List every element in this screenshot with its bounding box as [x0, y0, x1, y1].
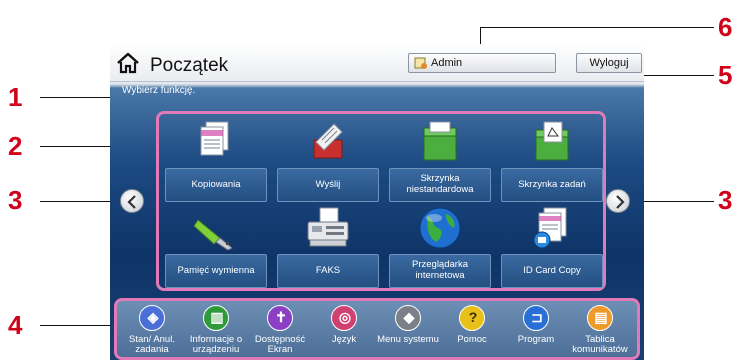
fax-icon	[304, 206, 352, 250]
custom-box-icon	[416, 120, 464, 164]
function-label: Skrzynka niestandardowa	[389, 168, 491, 202]
bottom-item-label: Informacje o urządzeniu	[189, 334, 243, 356]
message-board-icon: ▤	[587, 305, 613, 331]
accessibility-icon: ✝	[267, 305, 293, 331]
program-icon: ⊐	[523, 305, 549, 331]
callout-5: 5	[718, 60, 733, 90]
function-tile-send[interactable]: Wyślij	[277, 118, 379, 202]
bottom-item-message-board[interactable]: ▤ Tablica komunikatów	[569, 303, 631, 360]
function-label: FAKS	[277, 254, 379, 288]
language-icon: ◎	[331, 305, 357, 331]
page-title: Początek	[150, 55, 229, 76]
home-icon[interactable]	[116, 52, 140, 74]
chevron-right-icon	[616, 195, 625, 209]
function-tile-job-box[interactable]: Skrzynka zadań	[501, 118, 603, 202]
callout-2: 2	[8, 131, 23, 161]
function-tile-browser[interactable]: Przeglądarka internetowa	[389, 204, 491, 288]
function-tile-removable-memory[interactable]: Pamięć wymienna	[165, 204, 267, 288]
bottom-item-system-menu[interactable]: ◆ Menu systemu	[377, 303, 439, 360]
bottom-item-label: Menu systemu	[377, 334, 439, 345]
send-icon	[304, 120, 352, 164]
function-label: Pamięć wymienna	[165, 254, 267, 288]
scroll-left-button[interactable]	[120, 189, 144, 213]
bottom-item-label: Program	[517, 334, 555, 345]
bottom-item-language[interactable]: ◎ Język	[313, 303, 375, 360]
function-label: Przeglądarka internetowa	[389, 254, 491, 288]
callout-3-right: 3	[718, 185, 733, 215]
bottom-item-label: Pomoc	[457, 334, 487, 345]
bottom-item-accessibility[interactable]: ✝ Dostępność Ekran	[249, 303, 311, 360]
bottom-item-label: Stan/ Anul. zadania	[129, 334, 175, 356]
globe-icon	[416, 206, 464, 250]
usb-memory-icon	[192, 206, 240, 251]
help-icon: ?	[459, 305, 485, 331]
scroll-right-button[interactable]	[606, 189, 630, 213]
user-login-icon	[414, 56, 428, 70]
device-info-icon: ▥	[203, 305, 229, 331]
admin-button[interactable]: Admin	[408, 53, 556, 73]
function-label: Skrzynka zadań	[501, 168, 603, 202]
chevron-left-icon	[127, 195, 136, 209]
function-tile-custom-box[interactable]: Skrzynka niestandardowa	[389, 118, 491, 202]
callout-6: 6	[718, 12, 733, 42]
leader-line-6	[480, 27, 714, 28]
function-label: Kopiowania	[165, 168, 267, 202]
bottom-item-label: Dostępność Ekran	[254, 334, 306, 356]
bottom-item-help[interactable]: ? Pomoc	[441, 303, 503, 360]
leader-line-4	[40, 325, 114, 326]
function-tile-copy[interactable]: Kopiowania	[165, 118, 267, 202]
logout-button[interactable]: Wyloguj	[576, 53, 642, 73]
bottom-item-label: Tablica komunikatów	[572, 334, 628, 356]
bottom-item-label: Język	[331, 334, 357, 345]
title-bar: Początek Admin Wyloguj	[110, 44, 644, 82]
function-tile-fax[interactable]: FAKS	[277, 204, 379, 288]
job-box-icon	[528, 120, 576, 164]
bottom-item-program[interactable]: ⊐ Program	[505, 303, 567, 360]
function-label: Wyślij	[277, 168, 379, 202]
function-label: ID Card Copy	[501, 254, 603, 288]
callout-1: 1	[8, 82, 23, 112]
device-screen: Początek Admin Wyloguj Wybierz funkcję.	[110, 44, 644, 360]
function-grid: Kopiowania Wyślij Skrzynka niestandardow…	[156, 111, 606, 291]
callout-4: 4	[8, 310, 23, 340]
bottom-item-device-info[interactable]: ▥ Informacje o urządzeniu	[185, 303, 247, 360]
callout-3-left: 3	[8, 185, 23, 215]
leader-line-5	[640, 75, 714, 76]
id-card-copy-icon	[528, 206, 576, 250]
status-icon: ◈	[139, 305, 165, 331]
copy-icon	[192, 120, 240, 164]
admin-label: Admin	[431, 57, 463, 69]
instruction-text: Wybierz funkcję.	[122, 85, 196, 96]
system-menu-icon: ◆	[395, 305, 421, 331]
bottom-task-bar: ◈ Stan/ Anul. zadania ▥ Informacje o urz…	[114, 298, 640, 360]
function-tile-id-card-copy[interactable]: ID Card Copy	[501, 204, 603, 288]
bottom-item-status-job-cancel[interactable]: ◈ Stan/ Anul. zadania	[121, 303, 183, 360]
